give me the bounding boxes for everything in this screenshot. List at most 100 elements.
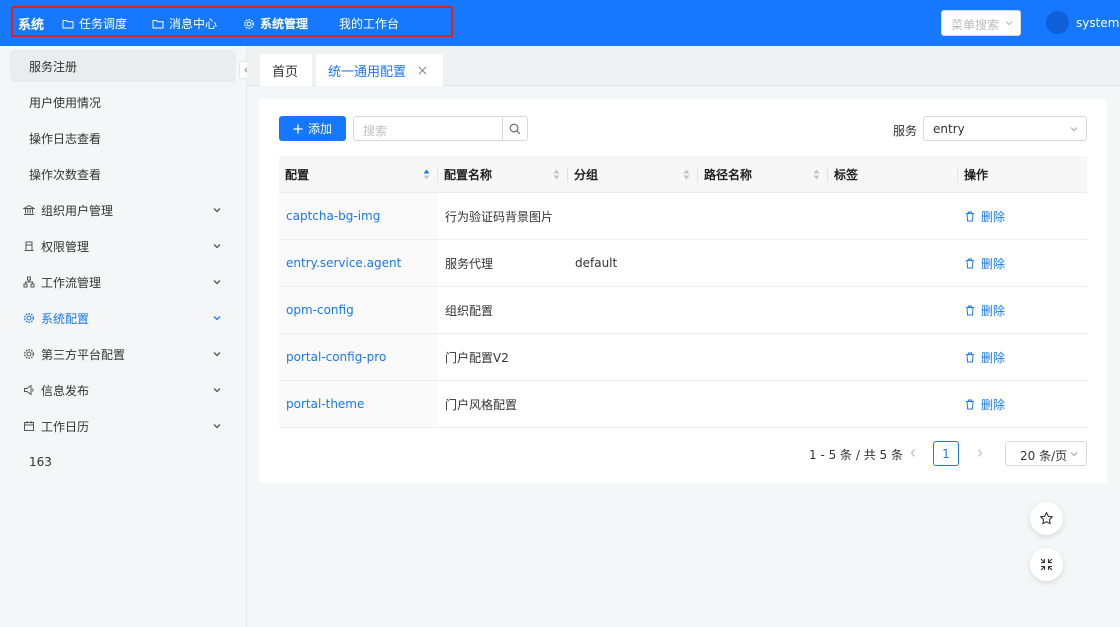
gear-icon — [243, 18, 255, 29]
table-row: portal-theme 门户风格配置 删除 — [279, 381, 1087, 428]
sidebar-item-163[interactable]: 163 — [10, 446, 236, 478]
sidebar-item-workflow-management[interactable]: 工作流管理 — [10, 266, 236, 298]
page-size-value: 20 条/页 — [1020, 449, 1068, 463]
tab-unified-config[interactable]: 统一通用配置 — [316, 54, 443, 86]
brand-title: 系统 — [18, 18, 45, 33]
config-key-link[interactable]: captcha-bg-img — [286, 209, 380, 223]
column-header-label: 操作 — [964, 168, 989, 182]
sort-icon[interactable] — [813, 169, 820, 180]
sidebar-item-info-publish[interactable]: 信息发布 — [10, 374, 236, 406]
column-header-path-name[interactable]: 路径名称 — [698, 156, 828, 193]
nav-item-task-schedule[interactable]: 任务调度 — [62, 15, 127, 32]
cell-tag — [828, 381, 958, 427]
nav-item-label: 消息中心 — [169, 17, 218, 31]
delete-button[interactable]: 删除 — [965, 255, 1005, 272]
sidebar-item-operation-log[interactable]: 操作日志查看 — [10, 122, 236, 154]
username[interactable]: system — [1076, 16, 1119, 30]
flow-icon — [23, 276, 35, 288]
delete-button[interactable]: 删除 — [965, 349, 1005, 366]
nav-item-label: 我的工作台 — [339, 17, 400, 31]
menu-search-select[interactable]: 菜单搜索 — [941, 10, 1021, 36]
sort-icon[interactable] — [553, 169, 560, 180]
sidebar-item-label: 工作流管理 — [41, 275, 102, 290]
sidebar-item-operation-count[interactable]: 操作次数查看 — [10, 158, 236, 190]
cell-config-name: 行为验证码背景图片 — [445, 209, 554, 224]
sidebar-item-label: 组织用户管理 — [41, 203, 114, 218]
cell-group — [568, 334, 698, 380]
chevron-down-icon — [213, 280, 221, 285]
calendar-icon — [24, 421, 34, 431]
cell-config: portal-theme — [279, 381, 438, 427]
nav-item-message-center[interactable]: 消息中心 — [152, 15, 217, 32]
cell-config-name: 服务代理 — [445, 256, 494, 271]
search-input[interactable]: 搜索 — [353, 116, 503, 141]
delete-label: 删除 — [981, 397, 1006, 412]
config-key-link[interactable]: opm-config — [286, 303, 354, 317]
nav-item-my-workbench[interactable]: 我的工作台 — [339, 15, 399, 32]
tab-home[interactable]: 首页 — [260, 54, 312, 86]
column-header-action: 操作 — [958, 156, 1087, 193]
chevron-down-icon — [213, 388, 221, 393]
sidebar-item-service-registry[interactable]: 服务注册 — [10, 50, 236, 82]
column-header-config-name[interactable]: 配置名称 — [438, 156, 568, 193]
cell-action: 删除 — [958, 240, 1087, 286]
cell-config-name: 门户风格配置 — [445, 397, 518, 412]
table-row: opm-config 组织配置 删除 — [279, 287, 1087, 334]
chevron-down-icon — [213, 352, 221, 357]
delete-button[interactable]: 删除 — [965, 396, 1005, 413]
sidebar-item-label: 信息发布 — [41, 383, 90, 398]
config-key-link[interactable]: portal-theme — [286, 397, 364, 411]
pagination-current-page[interactable]: 1 — [933, 441, 959, 466]
compress-button[interactable] — [1030, 548, 1063, 581]
cell-action: 删除 — [958, 381, 1087, 427]
delete-label: 删除 — [981, 350, 1006, 365]
close-icon[interactable] — [418, 66, 427, 75]
trash-icon — [966, 258, 974, 268]
sidebar-item-permission-management[interactable]: 权限管理 — [10, 230, 236, 262]
cell-path-name — [698, 381, 828, 427]
sidebar-item-work-calendar[interactable]: 工作日历 — [10, 410, 236, 442]
avatar[interactable] — [1046, 11, 1069, 34]
favorite-button[interactable] — [1030, 502, 1063, 535]
chevron-left-icon[interactable] — [909, 448, 917, 458]
cell-tag — [828, 240, 958, 286]
compress-icon — [1040, 558, 1053, 571]
column-header-label: 标签 — [834, 168, 859, 182]
service-select[interactable]: entry — [923, 116, 1087, 141]
cell-config: entry.service.agent — [279, 240, 438, 286]
trash-icon — [966, 211, 974, 221]
column-header-label: 路径名称 — [704, 168, 753, 182]
sort-icon[interactable] — [683, 169, 690, 180]
cell-config-name: 门户配置V2 — [445, 350, 509, 365]
config-key-link[interactable]: portal-config-pro — [286, 350, 386, 364]
plus-icon — [293, 124, 303, 133]
config-key-link[interactable]: entry.service.agent — [286, 256, 401, 270]
page-size-select[interactable]: 20 条/页 — [1005, 441, 1087, 466]
cell-config: captcha-bg-img — [279, 193, 438, 239]
nav-item-label: 任务调度 — [79, 17, 128, 31]
cell-group: default — [575, 256, 618, 270]
config-table: 配置 配置名称 分组 路径名称 标签 操作 captcha-bg-img 行为验… — [279, 156, 1087, 428]
pagination-total: 1 - 5 条 / 共 5 条 — [809, 448, 903, 462]
delete-button[interactable]: 删除 — [965, 302, 1005, 319]
cell-config: portal-config-pro — [279, 334, 438, 380]
trash-icon — [966, 352, 974, 362]
cell-action: 删除 — [958, 334, 1087, 380]
folder-icon — [62, 19, 74, 28]
column-header-group[interactable]: 分组 — [568, 156, 698, 193]
sort-icon[interactable] — [423, 169, 430, 180]
column-header-label: 分组 — [574, 168, 599, 182]
add-button[interactable]: 添加 — [279, 116, 346, 141]
sidebar-item-org-user-management[interactable]: 组织用户管理 — [10, 194, 236, 226]
sidebar-item-system-config[interactable]: 系统配置 — [10, 302, 236, 334]
search-button[interactable] — [502, 116, 528, 141]
delete-button[interactable]: 删除 — [965, 208, 1005, 225]
column-header-config[interactable]: 配置 — [279, 156, 438, 193]
cell-tag — [828, 193, 958, 239]
cell-config-name: 组织配置 — [445, 303, 494, 318]
sidebar-item-user-usage[interactable]: 用户使用情况 — [10, 86, 236, 118]
nav-item-system-management[interactable]: 系统管理 — [243, 15, 308, 32]
chevron-right-icon[interactable] — [976, 448, 984, 458]
chevron-down-icon — [213, 244, 221, 249]
sidebar-item-third-party-config[interactable]: 第三方平台配置 — [10, 338, 236, 370]
